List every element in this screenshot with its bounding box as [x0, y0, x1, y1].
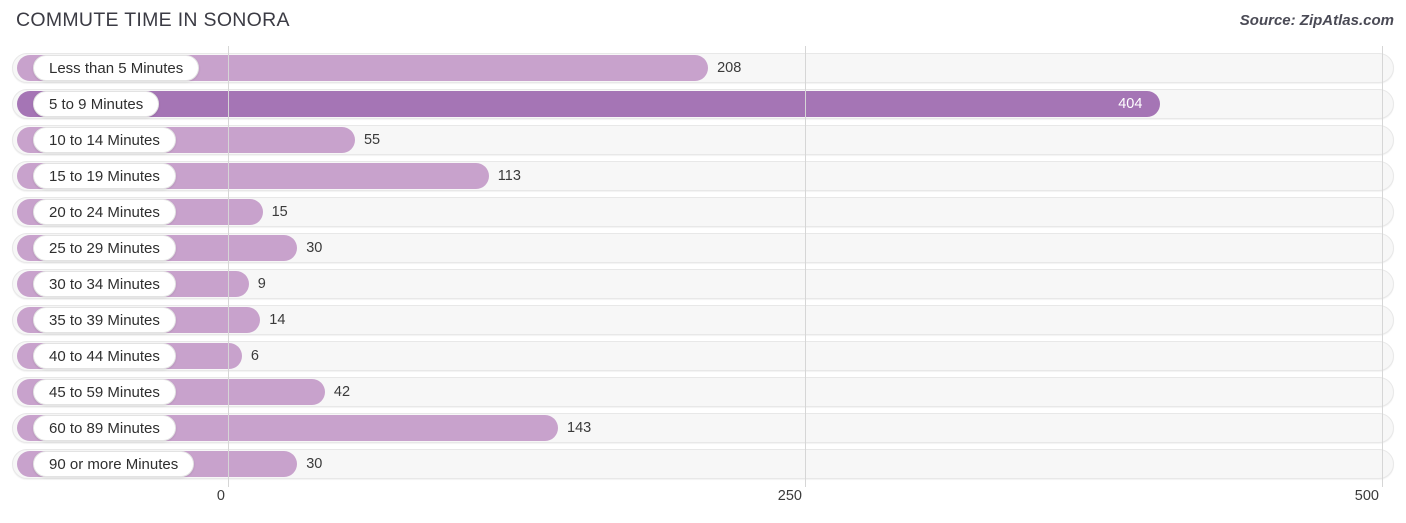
x-axis: 0 250 500 [0, 483, 1406, 523]
bar-value-label: 6 [250, 348, 259, 364]
bar-value-label: 42 [333, 384, 351, 400]
bar[interactable] [17, 91, 1161, 117]
bar-rows: Less than 5 Minutes 208 5 to 9 Minutes 404 1… [0, 46, 1406, 483]
bar-category-label: 45 to 59 Minutes [33, 379, 176, 405]
bar-value-label: 143 [567, 420, 592, 436]
table-row[interactable]: 40 to 44 Minutes 6 [0, 338, 1406, 374]
bar-category-label: 90 or more Minutes [33, 451, 195, 477]
x-axis-tick-label: 0 [216, 488, 225, 504]
table-row[interactable]: 10 to 14 Minutes 55 [0, 122, 1406, 158]
table-row[interactable]: 5 to 9 Minutes 404 [0, 86, 1406, 122]
bar-category-label: 25 to 29 Minutes [33, 235, 176, 261]
bar-category-label: 30 to 34 Minutes [33, 271, 176, 297]
source-attribution: Source: ZipAtlas.com [1239, 12, 1394, 29]
x-axis-tick-label: 250 [777, 488, 802, 504]
bar-value-label: 15 [271, 204, 288, 220]
bar-category-label: 20 to 24 Minutes [33, 199, 176, 225]
bar-value-label: 30 [306, 240, 323, 256]
bar-category-label: 10 to 14 Minutes [33, 127, 176, 153]
bar-value-label: 404 [1118, 96, 1143, 112]
bar-value-label: 55 [363, 132, 381, 148]
chart-plot-area: Less than 5 Minutes 208 5 to 9 Minutes 404 1… [0, 46, 1406, 487]
chart-header: COMMUTE TIME IN SONORA Source: ZipAtlas.… [0, 0, 1406, 46]
bar-category-label: 15 to 19 Minutes [33, 163, 176, 189]
table-row[interactable]: 15 to 19 Minutes 113 [0, 158, 1406, 194]
bar-category-label: 60 to 89 Minutes [33, 415, 176, 441]
page-title: COMMUTE TIME IN SONORA [16, 9, 290, 31]
table-row[interactable]: 20 to 24 Minutes 15 [0, 194, 1406, 230]
table-row[interactable]: 60 to 89 Minutes 143 [0, 410, 1406, 446]
bar-category-label: 40 to 44 Minutes [33, 343, 176, 369]
bar-value-label: 9 [257, 276, 266, 292]
bar-value-label: 14 [269, 312, 286, 328]
table-row[interactable]: 35 to 39 Minutes 14 [0, 302, 1406, 338]
table-row[interactable]: 45 to 59 Minutes 42 [0, 374, 1406, 410]
x-axis-tick-label: 500 [1354, 488, 1379, 504]
bar-value-label: 208 [717, 60, 742, 76]
bar-category-label: 35 to 39 Minutes [33, 307, 176, 333]
table-row[interactable]: Less than 5 Minutes 208 [0, 50, 1406, 86]
bar-category-label: 5 to 9 Minutes [33, 91, 160, 117]
bar-category-label: Less than 5 Minutes [33, 55, 200, 81]
bar-value-label: 30 [306, 456, 323, 472]
bar-value-label: 113 [497, 168, 521, 184]
table-row[interactable]: 25 to 29 Minutes 30 [0, 230, 1406, 266]
table-row[interactable]: 90 or more Minutes 30 [0, 446, 1406, 482]
table-row[interactable]: 30 to 34 Minutes 9 [0, 266, 1406, 302]
